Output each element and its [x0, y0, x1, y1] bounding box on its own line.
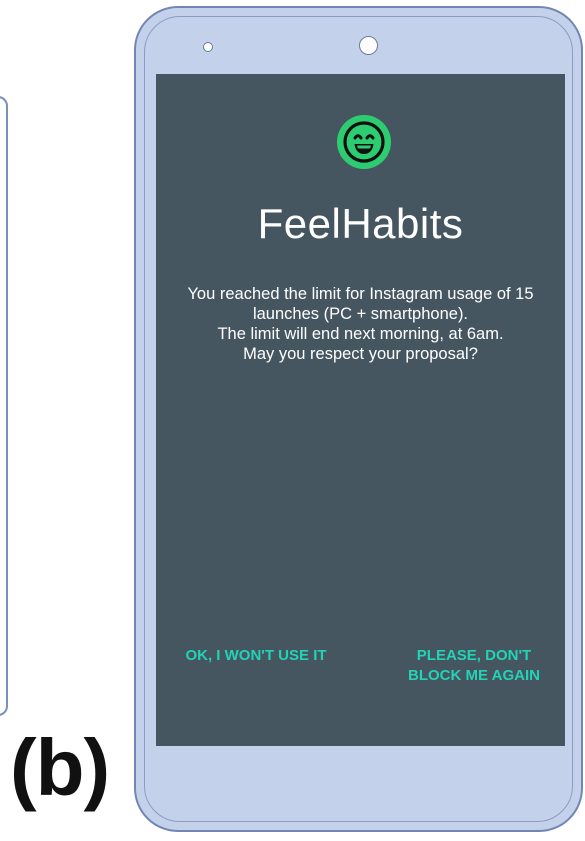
message-line: The limit will end next morning, at 6am. [217, 325, 504, 343]
dont-block-button[interactable]: PLEASE, DON'T BLOCK ME AGAIN [392, 646, 556, 686]
adjacent-phone-frame [0, 96, 8, 716]
proximity-sensor [203, 42, 213, 52]
message-line: May you respect your proposal? [243, 345, 478, 363]
dont-block-label-line: BLOCK ME AGAIN [408, 667, 540, 684]
app-title: FeelHabits [257, 200, 464, 247]
message-line: You reached the limit for Instagram usag… [187, 285, 534, 303]
figure-label: (b) [10, 723, 110, 812]
figure-canvas: (b) FeelHabits You reached the limit for… [0, 0, 585, 841]
front-camera [359, 36, 378, 55]
limit-message: You reached the limit for Instagram usag… [156, 284, 565, 364]
ok-wont-use-button[interactable]: OK, I WON'T USE IT [170, 646, 342, 666]
message-line: launches (PC + smartphone). [252, 305, 469, 323]
phone-screen: FeelHabits You reached the limit for Ins… [156, 74, 565, 746]
dont-block-label-line: PLEASE, DON'T [416, 647, 532, 664]
phone-frame: FeelHabits You reached the limit for Ins… [134, 6, 583, 832]
smiley-face-icon [337, 115, 391, 169]
